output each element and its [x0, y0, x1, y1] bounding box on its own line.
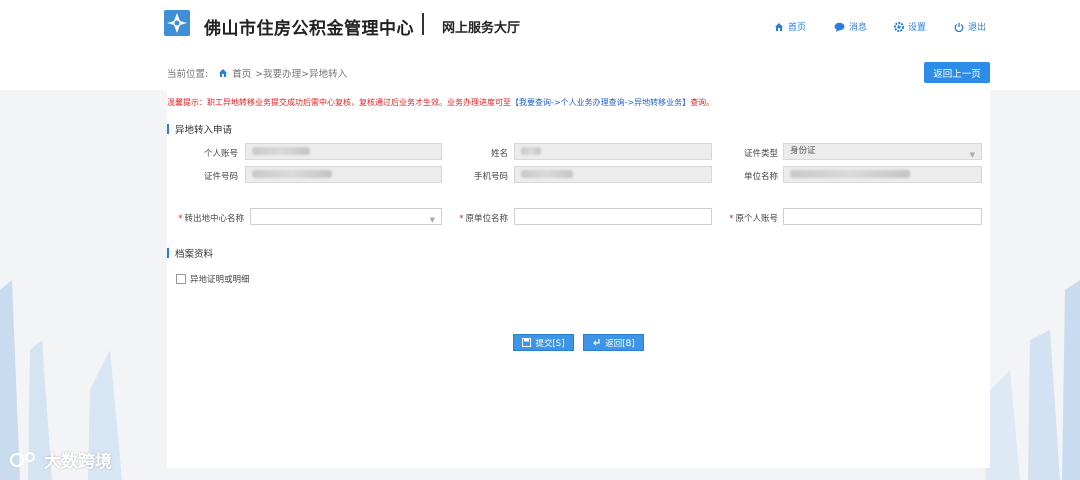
title-separator [422, 13, 424, 35]
chevron-down-icon: ▼ [429, 216, 435, 224]
submit-button[interactable]: 提交[S] [513, 334, 574, 351]
out-center-select[interactable]: ▼ [250, 208, 442, 225]
label-orig-account-text: 原个人账号 [735, 214, 778, 224]
required-mark: * [729, 214, 734, 224]
id-type-select: 身份证 ▼ [783, 143, 982, 160]
back-to-previous-button[interactable]: 返回上一页 [924, 62, 990, 83]
submit-label: 提交[S] [535, 338, 565, 349]
power-icon [954, 22, 964, 32]
return-button[interactable]: 返回[B] [583, 334, 644, 351]
label-name: 姓名 [490, 149, 508, 159]
nav-logout-label: 退出 [968, 23, 987, 33]
employer-field [783, 166, 982, 183]
section-apply-header: 异地转入申请 [167, 122, 232, 136]
breadcrumb-bar [0, 56, 1080, 90]
save-icon [522, 338, 532, 347]
section-archive-title: 档案资料 [175, 249, 214, 260]
top-header: 佛山市住房公积金管理中心 网上服务大厅 首页 消息 设置 退出 [0, 0, 1080, 56]
message-icon [834, 22, 845, 32]
personal-account-field [245, 143, 442, 160]
section-marker [167, 248, 169, 258]
gear-icon [894, 21, 904, 32]
id-number-field [245, 166, 442, 183]
orig-account-input[interactable] [783, 208, 982, 225]
breadcrumb-home[interactable]: 首页 [232, 66, 251, 80]
orig-employer-input[interactable] [514, 208, 712, 225]
label-out-center: * 转出地中心名称 [168, 212, 244, 224]
nav-home-label: 首页 [788, 23, 807, 33]
section-apply-title: 异地转入申请 [175, 125, 233, 136]
label-orig-account: * 原个人账号 [716, 212, 778, 224]
label-phone: 手机号码 [473, 172, 508, 182]
home-icon [775, 22, 783, 31]
required-mark: * [459, 214, 464, 224]
name-field [514, 143, 712, 160]
notice-main: 温馨提示：职工异地转移业务提交成功后需中心复核，复核通过后业务才生效。业务办理进… [167, 98, 511, 107]
watermark: 大数跨境 [10, 447, 112, 472]
archive-checkbox-row: 异地证明或明细 [176, 273, 250, 285]
section-marker [167, 124, 169, 134]
notice-suffix: 查询。 [690, 98, 715, 107]
id-type-value: 身份证 [790, 146, 816, 156]
breadcrumb-prefix: 当前位置: [167, 69, 209, 80]
breadcrumb-path: >我要办理>异地转入 [255, 69, 348, 80]
label-employer: 单位名称 [743, 172, 778, 182]
label-id-type: 证件类型 [743, 149, 778, 159]
org-name: 佛山市住房公积金管理中心 [204, 19, 414, 39]
nav-message[interactable]: 消息 [834, 20, 867, 33]
label-id-number: 证件号码 [203, 172, 238, 182]
label-orig-employer-text: 原单位名称 [465, 214, 508, 224]
notice-text: 温馨提示：职工异地转移业务提交成功后需中心复核，复核通过后业务才生效。业务办理进… [167, 97, 714, 108]
nav-logout[interactable]: 退出 [954, 20, 986, 33]
return-label: 返回[B] [605, 338, 635, 349]
nav-settings-label: 设置 [908, 23, 927, 33]
nav-home[interactable]: 首页 [774, 20, 806, 33]
return-arrow-icon [593, 339, 600, 346]
label-personal-account: 个人账号 [203, 149, 238, 159]
nav-settings[interactable]: 设置 [894, 20, 926, 33]
watermark-text: 大数跨境 [44, 452, 112, 472]
section-archive-header: 档案资料 [167, 246, 213, 260]
nav-message-label: 消息 [849, 23, 868, 33]
proof-checkbox-label: 异地证明或明细 [190, 275, 250, 285]
logo-icon [164, 10, 190, 36]
watermark-logo-icon [10, 451, 35, 467]
chevron-down-icon: ▼ [969, 151, 975, 159]
label-orig-employer: * 原单位名称 [446, 212, 508, 224]
site-subtitle: 网上服务大厅 [442, 21, 521, 36]
label-out-center-text: 转出地中心名称 [184, 214, 244, 224]
phone-field [514, 166, 712, 183]
breadcrumb: 当前位置: 首页 >我要办理>异地转入 [167, 66, 347, 80]
proof-checkbox[interactable] [176, 274, 186, 284]
required-mark: * [178, 214, 183, 224]
home-icon [219, 69, 228, 77]
notice-link[interactable]: 【我要查询->个人业务办理查询->异地转移业务】 [511, 98, 690, 107]
